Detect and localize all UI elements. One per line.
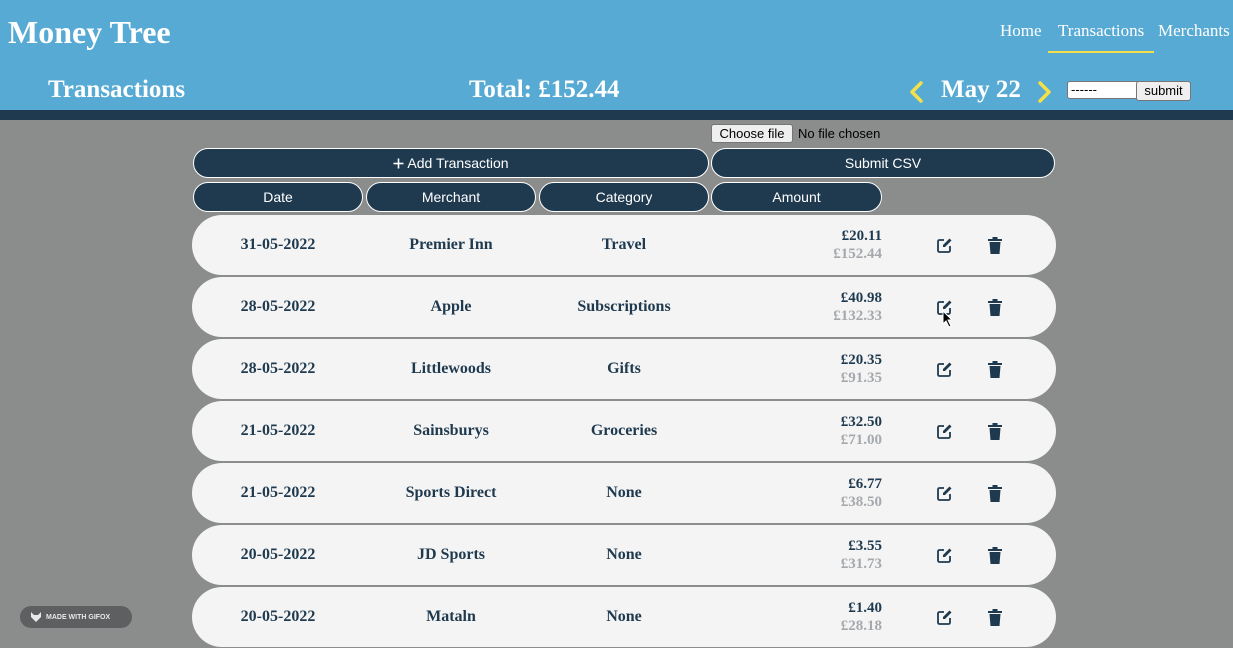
transaction-merchant: JD Sports (416, 546, 485, 563)
trash-icon[interactable] (985, 607, 1005, 627)
edit-icon[interactable] (934, 359, 954, 379)
transaction-category: None (606, 608, 642, 625)
current-month: May 22 (941, 76, 1021, 103)
running-total: £152.44 (833, 246, 882, 262)
transaction-amounts: £3.55 £31.73 (841, 537, 882, 573)
transaction-row: 28-05-2022 Littlewoods Gifts £20.35 £91.35 (192, 339, 1056, 399)
fox-icon (31, 612, 41, 622)
mouse-cursor-icon (942, 310, 954, 328)
transaction-merchant: Sports Direct (405, 484, 497, 501)
running-total: £132.33 (833, 308, 882, 324)
transaction-row: 21-05-2022 Sainsburys Groceries £32.50 £71.0… (192, 401, 1056, 461)
transaction-amounts: £6.77 £38.50 (841, 475, 882, 511)
transaction-amount: £20.11 (841, 228, 882, 244)
total-amount: Total: £152.44 (469, 76, 620, 103)
transaction-amounts: £20.11 £152.44 (833, 227, 882, 263)
submit-date-button[interactable]: submit (1136, 81, 1191, 101)
column-header-amount[interactable]: Amount (711, 182, 882, 212)
plus-icon (393, 158, 404, 168)
transaction-row: 21-05-2022 Sports Direct None £6.77 £38.50 (192, 463, 1056, 523)
page-title: Transactions (48, 76, 186, 103)
submit-csv-button[interactable]: Submit CSV (711, 148, 1055, 178)
transaction-merchant: Littlewoods (411, 360, 491, 377)
transaction-merchant: Apple (430, 298, 472, 315)
transaction-amounts: £1.40 £28.18 (841, 599, 882, 635)
transaction-amount: £3.55 (848, 538, 882, 554)
add-transaction-label: Add Transaction (407, 155, 509, 171)
running-total: £31.73 (840, 556, 882, 572)
transaction-amount: £20.35 (840, 352, 882, 368)
trash-icon[interactable] (985, 483, 1005, 503)
transaction-row: 31-05-2022 Premier Inn Travel £20.11 £152.44 (192, 215, 1056, 275)
transaction-date: 28-05-2022 (240, 360, 316, 377)
transaction-date: 28-05-2022 (240, 298, 316, 315)
transaction-category: None (606, 484, 642, 501)
transaction-amounts: £32.50 £71.00 (841, 413, 882, 449)
edit-icon[interactable] (934, 421, 954, 441)
transaction-amount: £1.40 (848, 600, 882, 616)
running-total: £91.35 (840, 370, 882, 386)
transaction-row: 20-05-2022 Mataln None £1.40 £28.18 (192, 587, 1056, 647)
transaction-merchant: Sainsburys (413, 422, 489, 439)
trash-icon[interactable] (985, 359, 1005, 379)
trash-icon[interactable] (985, 297, 1005, 317)
nav-merchants[interactable]: Merchants (1158, 21, 1230, 51)
transaction-amounts: £20.35 £91.35 (841, 351, 882, 387)
transaction-category: Travel (601, 236, 647, 253)
running-total: £38.50 (840, 494, 882, 510)
transaction-amount: £6.77 (848, 476, 882, 492)
transaction-amount: £40.98 (840, 290, 882, 306)
edit-icon[interactable] (934, 483, 954, 503)
edit-icon[interactable] (934, 607, 954, 627)
next-month-button[interactable] (1035, 80, 1053, 104)
date-placeholder: ------ (1071, 82, 1097, 97)
transaction-merchant: Premier Inn (409, 236, 493, 253)
running-total: £28.18 (840, 618, 882, 634)
nav-home[interactable]: Home (1000, 21, 1042, 51)
chevron-right-icon (1038, 81, 1051, 103)
transaction-category: Subscriptions (577, 298, 671, 315)
column-header-date[interactable]: Date (193, 182, 363, 212)
transaction-date: 20-05-2022 (240, 546, 316, 563)
add-transaction-button[interactable]: Add Transaction (193, 148, 709, 178)
header: Money Tree Home Transactions Merchants T… (0, 0, 1233, 110)
gifox-watermark: MADE WITH GIFOX (20, 606, 132, 628)
transaction-date: 31-05-2022 (240, 236, 316, 253)
prev-month-button[interactable] (908, 80, 926, 104)
column-header-category[interactable]: Category (539, 182, 709, 212)
edit-icon[interactable] (934, 235, 954, 255)
transaction-category: None (606, 546, 642, 563)
transaction-amount: £32.50 (840, 414, 882, 430)
trash-icon[interactable] (985, 421, 1005, 441)
choose-file-button[interactable]: Choose file (711, 124, 793, 143)
transaction-date: 20-05-2022 (240, 608, 316, 625)
header-divider (0, 110, 1233, 120)
transaction-date: 21-05-2022 (240, 422, 316, 439)
running-total: £71.00 (840, 432, 882, 448)
watermark-text: MADE WITH GIFOX (46, 613, 111, 621)
nav-transactions[interactable]: Transactions (1048, 21, 1155, 53)
chevron-left-icon (910, 81, 923, 103)
app-title: Money Tree (8, 14, 171, 50)
transaction-row: 28-05-2022 Apple Subscriptions £40.98 £132.3… (192, 277, 1056, 337)
transaction-category: Gifts (607, 360, 641, 377)
transaction-amounts: £40.98 £132.33 (833, 289, 882, 325)
column-header-merchant[interactable]: Merchant (366, 182, 536, 212)
trash-icon[interactable] (985, 235, 1005, 255)
transaction-category: Groceries (590, 422, 658, 439)
transaction-date: 21-05-2022 (240, 484, 316, 501)
edit-icon[interactable] (934, 545, 954, 565)
trash-icon[interactable] (985, 545, 1005, 565)
transaction-row: 20-05-2022 JD Sports None £3.55 £31.73 (192, 525, 1056, 585)
transaction-merchant: Mataln (426, 608, 476, 625)
file-status: No file chosen (798, 126, 881, 141)
